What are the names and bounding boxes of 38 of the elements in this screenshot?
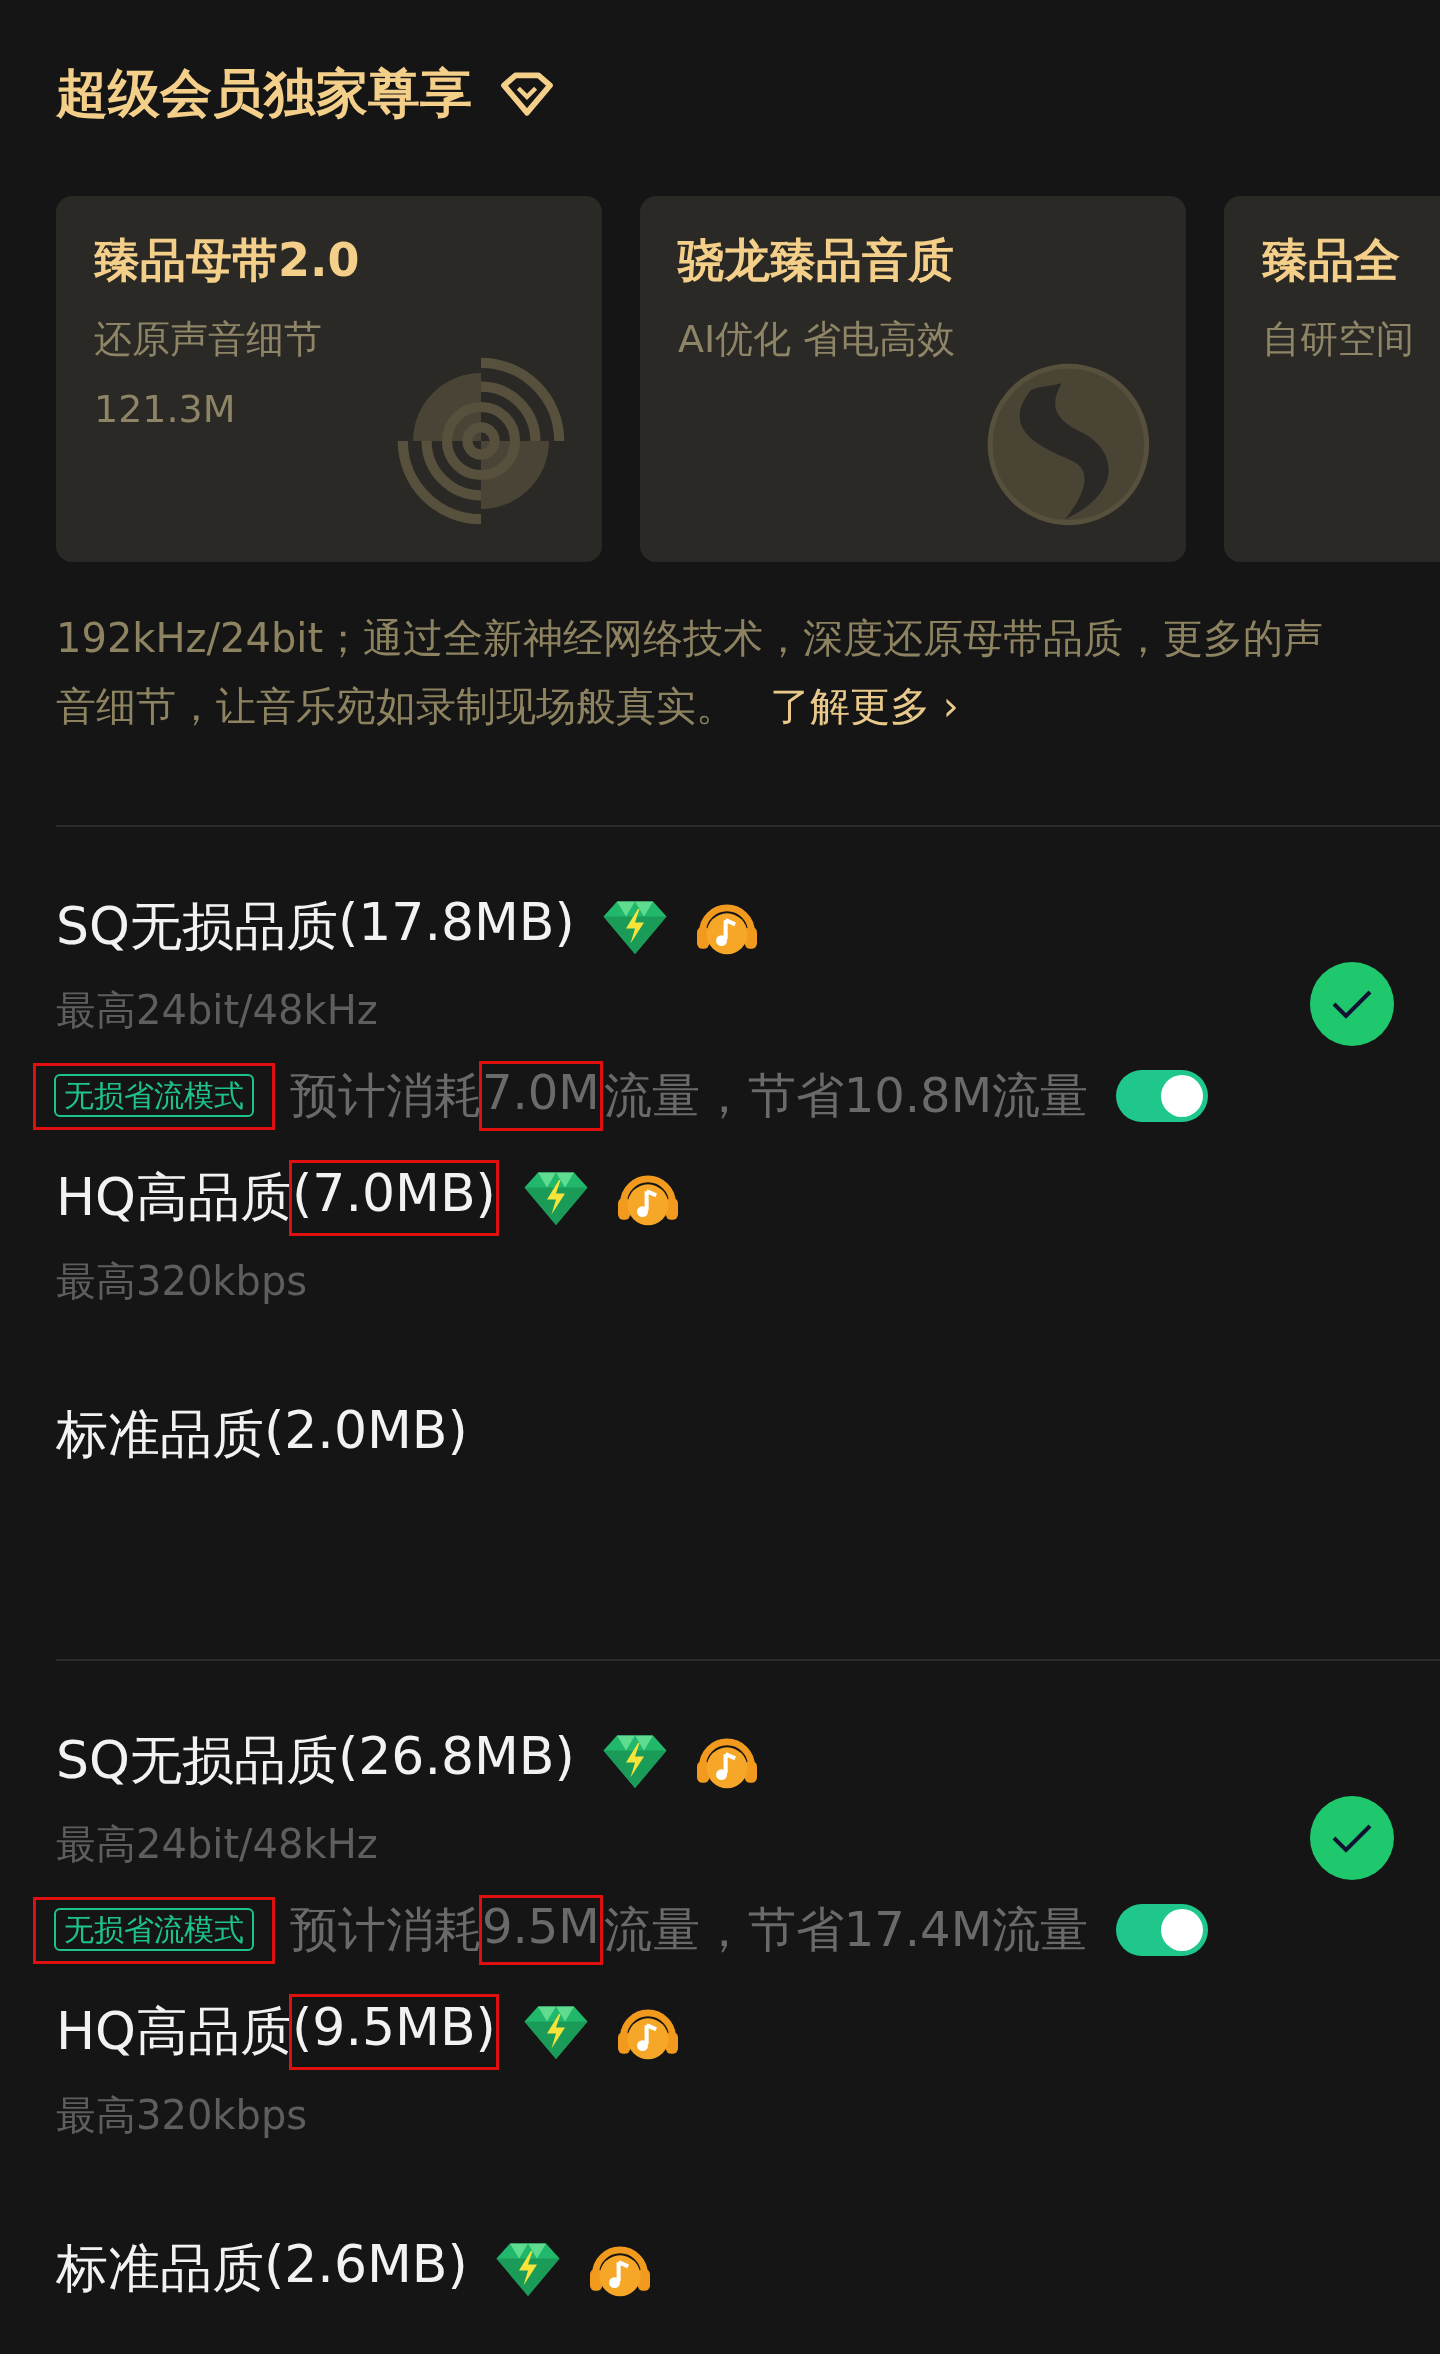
card-subtitle: AI优化 省电高效 (678, 316, 957, 363)
feature-card[interactable]: 臻品全 自研空间 (1224, 196, 1440, 562)
mode-tag: 无损省流模式 (54, 1907, 254, 1951)
quality-size: (26.8MB) (337, 1726, 575, 1788)
traffic-estimate: 预计消耗7.0M 流量，节省10.8M流量 (290, 1064, 1089, 1128)
card-title: 臻品母带2.0 (94, 232, 361, 289)
section-title: 超级会员独家尊享 (56, 62, 472, 125)
feature-card[interactable]: 骁龙臻品音质 AI优化 省电高效 (640, 196, 1186, 562)
card-size: 121.3M (94, 387, 237, 431)
quality-title[interactable]: 标准品质 (56, 2234, 264, 2304)
quality-size: (7.0MB) (292, 1163, 496, 1233)
quality-title[interactable]: HQ高品质 (56, 1163, 293, 1233)
description-text: 192kHz/24bit；通过全新神经网络技术，深度还原母带品质，更多的声 (56, 614, 1324, 663)
diamond-icon (498, 71, 556, 117)
quality-title[interactable]: 标准品质 (56, 1400, 264, 1470)
quality-title[interactable]: SQ无损品质 (56, 1726, 338, 1796)
feature-card[interactable]: 臻品母带2.0 还原声音细节 121.3M (56, 196, 602, 562)
toggle-switch[interactable] (1116, 1070, 1209, 1122)
traffic-estimate: 预计消耗9.5M 流量，节省17.4M流量 (290, 1898, 1089, 1962)
quality-size: (17.8MB) (337, 892, 575, 954)
quality-title[interactable]: HQ高品质 (56, 1997, 293, 2067)
toggle-switch[interactable] (1116, 1904, 1209, 1956)
card-title: 臻品全 (1262, 232, 1401, 289)
description-text: 音细节，让音乐宛如录制现场般真实。 (56, 682, 736, 731)
card-subtitle: 自研空间 (1262, 316, 1414, 363)
quality-size: (2.0MB) (264, 1400, 468, 1462)
quality-size: (9.5MB) (292, 1997, 496, 2067)
quality-spec: 最高24bit/48kHz (56, 986, 379, 1035)
mode-tag: 无损省流模式 (54, 1073, 254, 1117)
disc-icon (396, 356, 566, 526)
card-title: 骁龙臻品音质 (678, 232, 955, 289)
quality-spec: 最高24bit/48kHz (56, 1820, 379, 1869)
card-subtitle: 还原声音细节 (94, 316, 323, 363)
quality-spec: 最高320kbps (56, 1257, 309, 1306)
quality-size: (2.6MB) (264, 2234, 468, 2296)
quality-title[interactable]: SQ无损品质 (56, 892, 338, 962)
learn-more-link[interactable]: 了解更多 › (770, 672, 959, 740)
quality-spec: 最高320kbps (56, 2091, 309, 2140)
